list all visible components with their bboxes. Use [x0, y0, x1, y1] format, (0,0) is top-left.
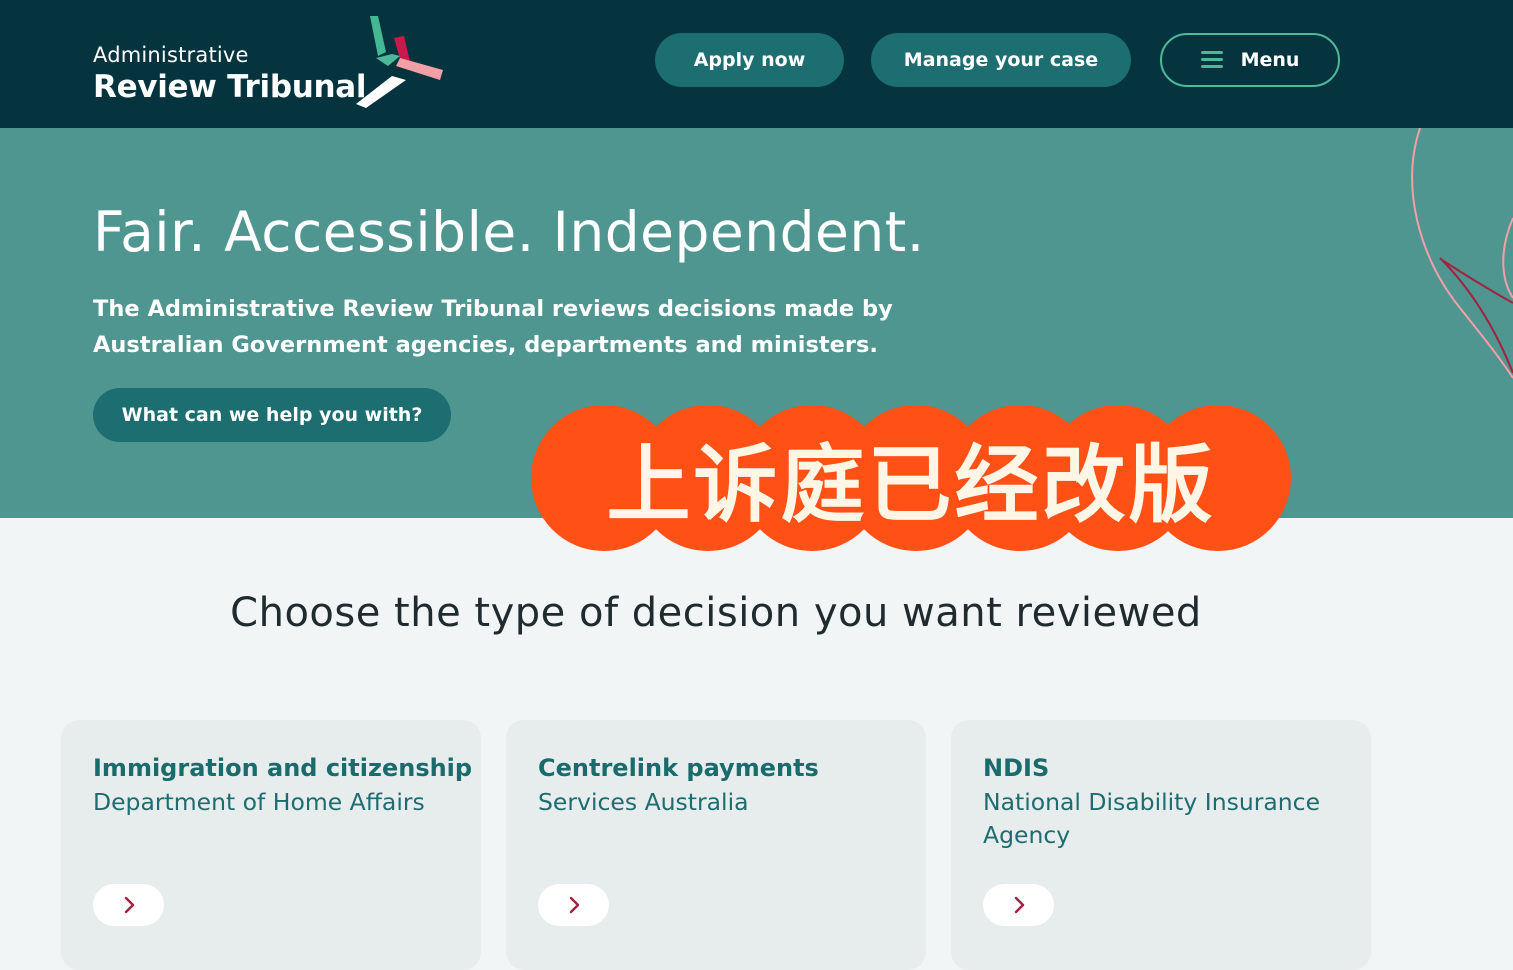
hero-description: The Administrative Review Tribunal revie… [93, 296, 893, 358]
site-header: Administrative Review Tribunal Apply now… [0, 0, 1513, 128]
card-title: NDIS [983, 754, 1050, 782]
manage-your-case-label: Manage your case [903, 49, 1099, 71]
chevron-right-icon [569, 896, 579, 914]
apply-now-button[interactable]: Apply now [655, 33, 844, 87]
card-arrow-button[interactable] [93, 884, 164, 926]
site-logo[interactable]: Administrative Review Tribunal [93, 14, 453, 114]
sticker-overlay: 上诉庭已经改版 [530, 402, 1292, 554]
menu-button[interactable]: Menu [1160, 33, 1340, 87]
decision-card-immigration[interactable]: Immigration and citizenship Department o… [61, 720, 481, 970]
sticker-text: 上诉庭已经改版 [606, 434, 1216, 534]
decision-card-centrelink[interactable]: Centrelink payments Services Australia [506, 720, 926, 970]
card-subtitle: National Disability Insurance Agency [983, 788, 1321, 849]
card-arrow-button[interactable] [538, 884, 609, 926]
decision-section-heading: Choose the type of decision you want rev… [230, 590, 1202, 636]
menu-label: Menu [1240, 49, 1300, 71]
card-arrow-button[interactable] [983, 884, 1054, 926]
card-title: Centrelink payments [538, 754, 819, 782]
manage-your-case-button[interactable]: Manage your case [871, 33, 1131, 87]
help-cta-button[interactable]: What can we help you with? [93, 388, 451, 442]
hamburger-icon [1200, 51, 1223, 69]
logo-text-administrative: Administrative [93, 43, 249, 67]
help-cta-label: What can we help you with? [121, 404, 423, 426]
card-title: Immigration and citizenship [93, 754, 473, 782]
chevron-right-icon [124, 896, 134, 914]
decorative-lines [1411, 128, 1513, 379]
apply-now-label: Apply now [693, 49, 806, 71]
decision-card-ndis[interactable]: NDIS National Disability Insurance Agenc… [951, 720, 1371, 970]
logo-mark-icon [356, 16, 443, 108]
card-subtitle: Services Australia [538, 788, 749, 816]
card-subtitle: Department of Home Affairs [93, 788, 425, 816]
logo-text-review-tribunal: Review Tribunal [93, 69, 367, 105]
hero-title: Fair. Accessible. Independent. [93, 200, 925, 264]
chevron-right-icon [1014, 896, 1024, 914]
